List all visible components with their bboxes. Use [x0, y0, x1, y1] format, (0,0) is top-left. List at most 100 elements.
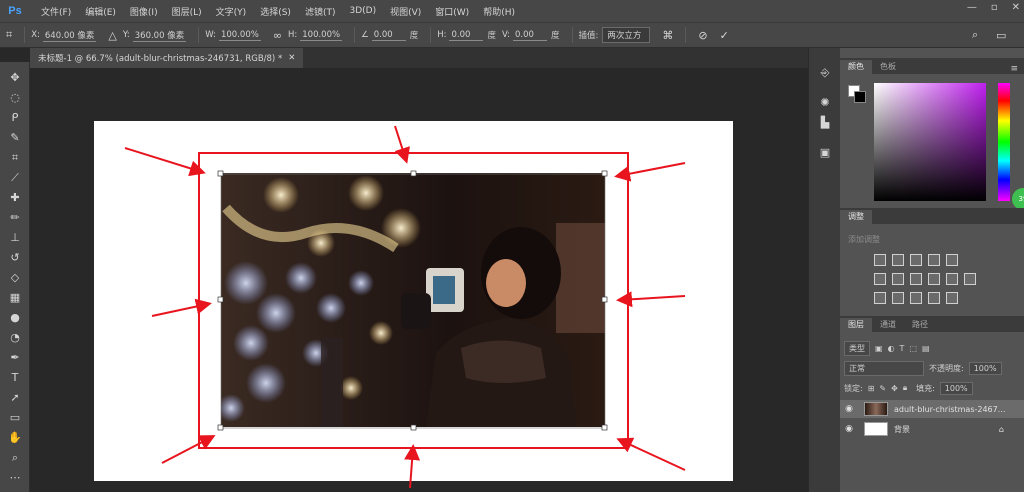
fill-value[interactable]: 100%: [939, 381, 973, 395]
layer-name[interactable]: adult-blur-christmas-2467...: [894, 405, 1005, 414]
w-field[interactable]: W: 100.00%: [205, 30, 261, 41]
selective-color-icon[interactable]: [928, 292, 940, 304]
angle-value[interactable]: 0.00: [371, 30, 406, 41]
search-icon[interactable]: ⌕: [972, 28, 978, 42]
transform-handle[interactable]: [601, 424, 608, 431]
eyedropper-tool-icon[interactable]: ⟋: [5, 170, 25, 186]
adjust-brightness-icon[interactable]: ✺: [815, 94, 835, 112]
h-field[interactable]: H: 100.00%: [288, 30, 343, 41]
crop-tool-icon[interactable]: ⌗: [5, 150, 25, 166]
pen-tool-icon[interactable]: ✒: [5, 350, 25, 366]
tab-layers[interactable]: 图层: [840, 318, 872, 332]
path-selection-tool-icon[interactable]: ➚: [5, 390, 25, 406]
exposure-icon[interactable]: [928, 254, 940, 266]
tab-color[interactable]: 颜色: [840, 60, 872, 74]
menu-view[interactable]: 视图(V): [383, 5, 428, 18]
threshold-icon[interactable]: [910, 292, 922, 304]
background-color-swatch[interactable]: [854, 91, 866, 103]
tab-swatches[interactable]: 色板: [872, 60, 904, 74]
blend-mode-select[interactable]: 正常: [844, 360, 924, 376]
hskew-field[interactable]: H: 0.00 度: [437, 29, 496, 42]
document-tab[interactable]: 未标题-1 @ 66.7% (adult-blur-christmas-2467…: [30, 48, 304, 68]
cancel-transform-icon[interactable]: ⊘: [698, 29, 707, 42]
filter-type-icon[interactable]: T: [900, 344, 905, 353]
menu-help[interactable]: 帮助(H): [476, 5, 522, 18]
hskew-value[interactable]: 0.00: [449, 30, 484, 41]
floating-badge[interactable]: 39: [1012, 188, 1024, 210]
visibility-eye-icon[interactable]: ◉: [840, 424, 858, 434]
delta-icon[interactable]: △: [108, 29, 116, 42]
menu-3d[interactable]: 3D(D): [342, 6, 383, 16]
hue-slider[interactable]: [998, 83, 1010, 201]
more-tools-icon[interactable]: ⋯: [5, 470, 25, 486]
move-tool-icon[interactable]: ✥: [5, 70, 25, 86]
vibrance-icon[interactable]: [946, 254, 958, 266]
brightness-icon[interactable]: [874, 254, 886, 266]
history-panel-icon[interactable]: ⎆: [815, 64, 835, 82]
menu-file[interactable]: 文件(F): [34, 5, 78, 18]
transform-handle[interactable]: [601, 296, 608, 303]
healing-brush-tool-icon[interactable]: ✚: [5, 190, 25, 206]
close-button[interactable]: ✕: [1012, 2, 1020, 13]
tab-paths[interactable]: 路径: [904, 318, 936, 332]
tab-channels[interactable]: 通道: [872, 318, 904, 332]
transform-handle[interactable]: [217, 424, 224, 431]
history-brush-tool-icon[interactable]: ↺: [5, 250, 25, 266]
hand-tool-icon[interactable]: ✋: [5, 430, 25, 446]
brush-tool-icon[interactable]: ✏: [5, 210, 25, 226]
rectangle-tool-icon[interactable]: ▭: [5, 410, 25, 426]
dodge-tool-icon[interactable]: ◔: [5, 330, 25, 346]
vskew-value[interactable]: 0.00: [513, 30, 547, 41]
invert-icon[interactable]: [874, 292, 886, 304]
reference-point-icon[interactable]: ⌗: [6, 28, 12, 42]
lock-pixels-icon[interactable]: ✎: [879, 384, 886, 393]
menu-window[interactable]: 窗口(W): [428, 5, 476, 18]
lock-transparent-icon[interactable]: ⊞: [868, 384, 875, 393]
menu-type[interactable]: 文字(Y): [209, 5, 254, 18]
opacity-value[interactable]: 100%: [968, 361, 1002, 375]
filter-shape-icon[interactable]: ⬚: [909, 344, 917, 353]
transform-handle[interactable]: [217, 170, 224, 177]
color-lookup-icon[interactable]: [964, 273, 976, 285]
posterize-icon[interactable]: [892, 292, 904, 304]
restore-button[interactable]: ▫: [991, 2, 998, 13]
lock-all-icon[interactable]: 🔒︎: [903, 383, 907, 393]
filter-smart-icon[interactable]: ▤: [922, 344, 930, 353]
y-field[interactable]: Y: 360.00 像素: [123, 29, 187, 42]
curves-icon[interactable]: [910, 254, 922, 266]
h-value[interactable]: 100.00%: [300, 30, 343, 41]
color-field[interactable]: [874, 83, 986, 201]
blur-tool-icon[interactable]: ●: [5, 310, 25, 326]
menu-select[interactable]: 选择(S): [253, 5, 298, 18]
menu-filter[interactable]: 滤镜(T): [298, 5, 343, 18]
lock-position-icon[interactable]: ✥: [891, 384, 898, 393]
interp-select[interactable]: 两次立方: [602, 27, 651, 43]
photo-filter-icon[interactable]: [928, 273, 940, 285]
gradient-map-icon[interactable]: [946, 292, 958, 304]
angle-field[interactable]: ∠ 0.00 度: [361, 29, 418, 42]
layer-filter-select[interactable]: 类型: [844, 340, 870, 356]
x-field[interactable]: X: 640.00 像素: [31, 29, 97, 42]
minimize-button[interactable]: —: [967, 2, 977, 13]
color-balance-icon[interactable]: [892, 273, 904, 285]
visibility-eye-icon[interactable]: ◉: [840, 404, 858, 414]
menu-layer[interactable]: 图层(L): [165, 5, 209, 18]
quick-select-tool-icon[interactable]: ✎: [5, 130, 25, 146]
eraser-tool-icon[interactable]: ◇: [5, 270, 25, 286]
x-value[interactable]: 640.00 像素: [42, 29, 97, 42]
panel-menu-icon[interactable]: ≡: [1010, 64, 1018, 74]
canvas-area[interactable]: [30, 68, 808, 492]
transform-handle[interactable]: [601, 170, 608, 177]
warp-icon[interactable]: ⌘: [662, 29, 673, 42]
layer-row[interactable]: ◉ 背景 ⌂: [840, 420, 1024, 438]
link-icon[interactable]: ∞: [273, 29, 282, 42]
lasso-tool-icon[interactable]: ᑭ: [5, 110, 25, 126]
filter-adjust-icon[interactable]: ◐: [888, 344, 895, 353]
clone-stamp-tool-icon[interactable]: ⊥: [5, 230, 25, 246]
close-tab-icon[interactable]: ✕: [288, 53, 295, 63]
gradient-tool-icon[interactable]: ▦: [5, 290, 25, 306]
marquee-tool-icon[interactable]: ◌: [5, 90, 25, 106]
transform-handle[interactable]: [217, 296, 224, 303]
menu-edit[interactable]: 编辑(E): [78, 5, 123, 18]
transform-handle[interactable]: [410, 424, 417, 431]
